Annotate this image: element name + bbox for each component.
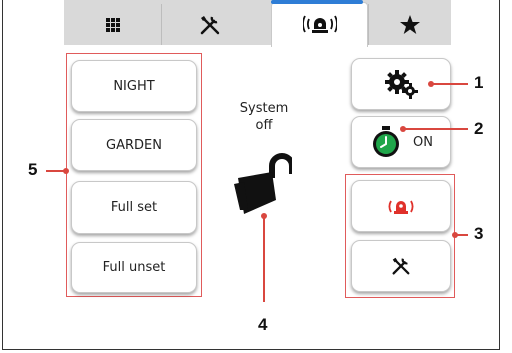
callout-line-1 [431, 83, 468, 85]
callout-number-1: 1 [474, 73, 484, 92]
callout-line-5 [46, 170, 66, 172]
status-line-1: System [239, 101, 289, 116]
timer-state-label: ON [413, 134, 433, 150]
gears-icon [385, 70, 418, 99]
callout-line-2 [403, 128, 468, 130]
alarm-cycle-button[interactable] [351, 180, 451, 232]
callout-number-5: 5 [28, 160, 38, 179]
tab-alarm[interactable] [271, 2, 368, 47]
timer-icon [373, 126, 400, 157]
alarm-cycle-icon [388, 200, 414, 214]
tab-favorites[interactable] [368, 4, 451, 45]
full-unset-button[interactable]: Full unset [71, 242, 197, 293]
callout-number-3: 3 [474, 224, 484, 243]
system-status: System off [224, 100, 304, 134]
callout-number-2: 2 [474, 119, 484, 138]
tools-icon [392, 257, 410, 275]
night-button[interactable]: NIGHT [71, 60, 197, 112]
status-line-2: off [255, 118, 273, 133]
timer-button[interactable]: ON [351, 116, 451, 168]
active-tab-indicator [271, 0, 363, 4]
callout-number-4: 4 [258, 315, 268, 334]
padlock-open-icon [234, 153, 292, 214]
tools-icon [200, 15, 220, 34]
star-icon [400, 14, 420, 34]
callout-line-4 [263, 216, 265, 302]
alarm-beacon-icon [302, 15, 337, 33]
tools-button[interactable] [351, 240, 451, 292]
callout-line-3 [455, 234, 468, 236]
full-set-button[interactable]: Full set [71, 181, 197, 234]
tab-grid[interactable] [64, 4, 161, 45]
tab-bar [64, 0, 451, 47]
garden-button[interactable]: GARDEN [71, 119, 197, 171]
tab-tools[interactable] [161, 4, 258, 45]
grid-icon [105, 17, 120, 32]
